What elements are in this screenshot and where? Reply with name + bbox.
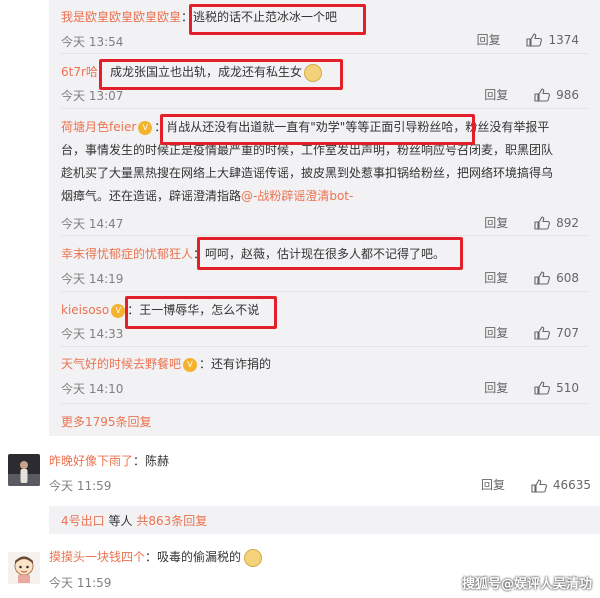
reply-text-line: 肖战从还没有出道就一直有"劝学"等等正面引导粉丝哈，粉丝没有举报平 — [166, 120, 550, 134]
reply-time: 今天 13:07 — [61, 89, 124, 103]
reply-text: 还有诈捐的 — [211, 357, 272, 371]
reply-time: 今天 14:33 — [61, 327, 124, 341]
reply-username[interactable]: kieisoso — [61, 303, 109, 317]
thumb-up-icon — [534, 326, 551, 340]
mention-link[interactable]: @-战粉辟谣澄清bot- — [241, 189, 353, 203]
separator: ： — [145, 550, 158, 564]
like-count: 892 — [556, 215, 579, 230]
avatar[interactable] — [8, 552, 40, 584]
divider — [61, 235, 588, 236]
comment-time: 今天 11:59 — [49, 576, 112, 590]
comment-actions: 回复 46635 — [481, 476, 591, 493]
reply-actions: 回复 608 — [484, 269, 579, 286]
divider — [61, 403, 588, 404]
reply-time: 今天 13:54 — [61, 35, 124, 49]
watermark: 搜狐号@娱评人吴清功 — [461, 577, 592, 592]
reply-button[interactable]: 回复 — [484, 379, 508, 396]
separator: ： — [193, 247, 206, 261]
sub-replies-bar[interactable]: 4号出口 等人 共863条回复 — [49, 506, 600, 534]
avatar[interactable] — [8, 454, 40, 486]
like-count: 608 — [556, 270, 579, 285]
reply-text: 王一博辱华，怎么不说 — [139, 303, 260, 317]
reply-time: 今天 14:19 — [61, 272, 124, 286]
sub-reply-user[interactable]: 4号出口 — [61, 514, 105, 528]
reply-text-line: 烟瘴气。还在造谣，辟谣澄清指路 — [61, 189, 242, 203]
like-button[interactable]: 986 — [534, 87, 579, 102]
reply-actions: 回复 707 — [484, 324, 579, 341]
reply-username[interactable]: 天气好的时候去野餐吧 — [61, 357, 181, 371]
like-count: 986 — [556, 87, 579, 102]
reply-username[interactable]: 幸末得忧郁症的忧郁狂人 — [61, 247, 193, 261]
separator: ： — [199, 357, 212, 371]
reply-button[interactable]: 回复 — [481, 478, 505, 492]
reply-actions: 回复 510 — [484, 379, 579, 396]
reply-button[interactable]: 回复 — [484, 269, 508, 286]
reply-item: 我是欧皇欧皇欧皇欧皇：逃税的话不止范冰冰一个吧 今天 13:54 回复 1374 — [61, 6, 591, 49]
reply-text: 呵呵，赵薇，估计现在很多人都不记得了吧。 — [205, 247, 446, 261]
divider — [61, 108, 588, 109]
reply-time: 今天 14:47 — [61, 217, 124, 231]
reply-text: 逃税的话不止范冰冰一个吧 — [193, 10, 338, 24]
divider — [61, 291, 588, 292]
like-count: 707 — [556, 325, 579, 340]
comment-text: 吸毒的偷漏税的 — [157, 550, 242, 564]
divider — [61, 53, 588, 54]
like-button[interactable]: 46635 — [531, 478, 591, 493]
thumb-up-icon — [534, 88, 551, 102]
reply-actions: 回复 986 — [484, 86, 579, 103]
more-replies-link[interactable]: 更多1795条回复 — [61, 413, 152, 430]
divider — [61, 346, 588, 347]
separator: ： — [127, 303, 140, 317]
reply-button[interactable]: 回复 — [484, 214, 508, 231]
comment-time: 今天 11:59 — [49, 479, 112, 493]
reply-item: 6t7r哈：成龙张国立也出轨，成龙还有私生女 今天 13:07 回复 986 — [61, 61, 591, 103]
like-count: 510 — [556, 380, 579, 395]
cat-emoji-icon — [303, 63, 322, 82]
like-count: 1374 — [548, 32, 579, 47]
reply-actions: 回复 1374 — [477, 31, 579, 48]
avatar-image — [8, 454, 40, 486]
comment-username[interactable]: 摸摸头一块钱四个 — [49, 550, 145, 564]
reply-username[interactable]: 荷塘月色feier — [61, 120, 136, 134]
vip-badge-icon: V — [138, 120, 153, 135]
thumb-up-icon — [534, 271, 551, 285]
avatar-image — [8, 552, 40, 584]
like-button[interactable]: 707 — [534, 325, 579, 340]
like-button[interactable]: 1374 — [526, 32, 579, 47]
reply-button[interactable]: 回复 — [484, 86, 508, 103]
awkward-face-emoji-icon — [244, 548, 263, 567]
separator: ： — [133, 454, 146, 468]
separator: ： — [181, 10, 194, 24]
reply-item: 天气好的时候去野餐吧 V ：还有诈捐的 今天 14:10 回复 510 — [61, 353, 591, 396]
comment-text: 陈赫 — [145, 454, 170, 468]
comment-username[interactable]: 昨晚好像下雨了 — [49, 454, 133, 468]
reply-button[interactable]: 回复 — [484, 324, 508, 341]
separator: ： — [154, 120, 167, 134]
reply-button[interactable]: 回复 — [477, 31, 501, 48]
vip-badge-icon: V — [111, 303, 126, 318]
reply-time: 今天 14:10 — [61, 382, 124, 396]
thumb-up-icon — [531, 478, 547, 493]
separator: ： — [97, 65, 110, 79]
like-button[interactable]: 608 — [534, 270, 579, 285]
reply-item: kieisoso V ：王一博辱华，怎么不说 今天 14:33 回复 707 — [61, 299, 591, 341]
thumb-up-icon — [534, 381, 551, 395]
reply-text: 成龙张国立也出轨，成龙还有私生女 — [109, 65, 302, 79]
reply-text-line: 趁机买了大量黑热搜在网络上大肆造谣传谣，披皮黑到处惹事扣锅给粉丝，把网络环境搞得… — [61, 166, 554, 180]
thumb-up-icon — [526, 33, 543, 47]
like-button[interactable]: 510 — [534, 380, 579, 395]
reply-item: 荷塘月色feier V ：肖战从还没有出道就一直有"劝学"等等正面引导粉丝哈，粉丝没… — [61, 116, 591, 231]
reply-username[interactable]: 6t7r哈 — [61, 65, 98, 79]
vip-badge-icon: V — [183, 357, 198, 372]
reply-username[interactable]: 我是欧皇欧皇欧皇欧皇 — [61, 10, 181, 24]
reply-actions: 回复 892 — [484, 214, 579, 231]
reply-text-line: 台，事情发生的时候正是疫情最严重的时候，工作室发出声明，粉丝响应号召闭麦，职黑团… — [61, 143, 554, 157]
sub-reply-mid: 等人 — [108, 514, 133, 528]
thumb-up-icon — [534, 216, 551, 230]
reply-list: 我是欧皇欧皇欧皇欧皇：逃税的话不止范冰冰一个吧 今天 13:54 回复 1374… — [49, 0, 600, 436]
like-button[interactable]: 892 — [534, 215, 579, 230]
reply-item: 幸末得忧郁症的忧郁狂人：呵呵，赵薇，估计现在很多人都不记得了吧。 今天 14:1… — [61, 243, 591, 286]
sub-reply-count[interactable]: 共863条回复 — [136, 514, 207, 528]
like-count: 46635 — [552, 478, 591, 492]
